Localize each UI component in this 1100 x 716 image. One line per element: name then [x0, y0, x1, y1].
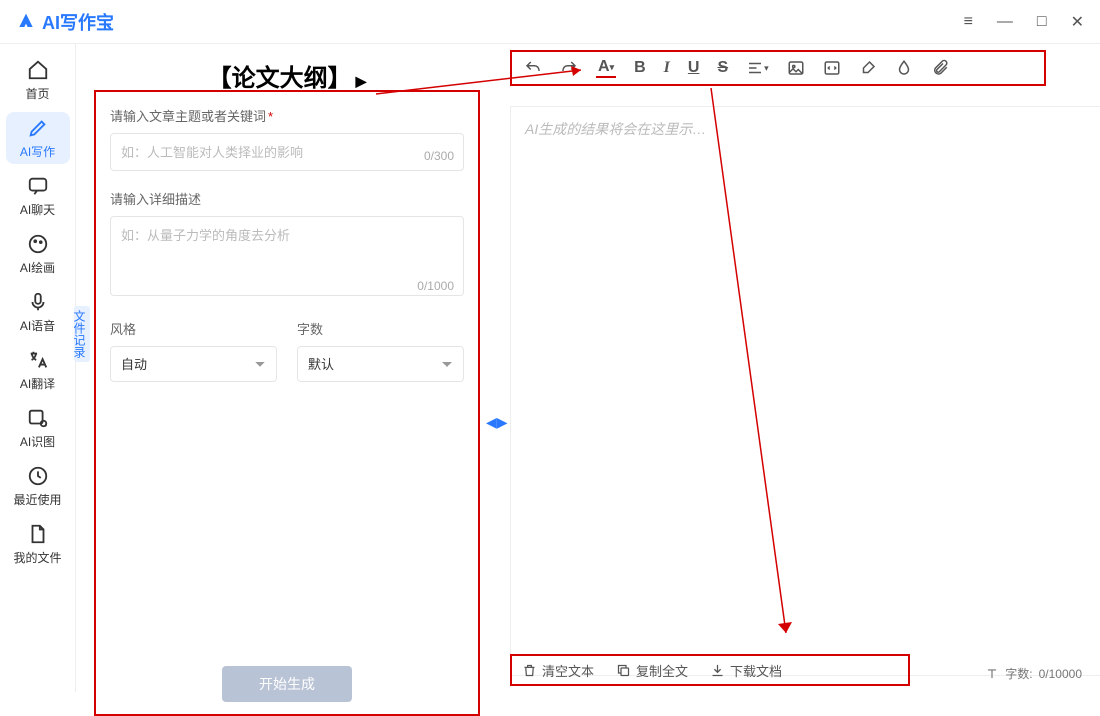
clear-text-button[interactable]: 清空文本 — [522, 661, 594, 680]
redo-icon[interactable] — [560, 59, 578, 77]
sidebar-item-home[interactable]: 首页 — [6, 54, 70, 106]
sidebar-item-write[interactable]: AI写作 — [6, 112, 70, 164]
attach-icon[interactable] — [931, 59, 949, 77]
editor-toolbar: A▾ B I U S ▾ — [510, 50, 1046, 86]
sidebar-item-vision[interactable]: AI识图 — [6, 402, 70, 454]
hamburger-icon[interactable]: ≡ — [964, 13, 973, 31]
file-icon — [27, 523, 49, 545]
editor-area[interactable]: AI生成的结果将会在这里示… — [510, 106, 1100, 676]
bold-icon[interactable]: B — [634, 59, 646, 77]
minimize-button[interactable]: — — [997, 13, 1013, 31]
sidebar-item-translate[interactable]: AI翻译 — [6, 344, 70, 396]
code-icon[interactable] — [823, 59, 841, 77]
sidebar-item-label: AI识图 — [20, 433, 55, 450]
chevron-right-icon: ▶ — [356, 73, 367, 89]
sidebar-item-draw[interactable]: AI绘画 — [6, 228, 70, 280]
desc-counter: 0/1000 — [417, 279, 454, 293]
copy-icon — [616, 663, 631, 678]
topic-counter: 0/300 — [424, 149, 454, 163]
sidebar-item-label: AI语音 — [20, 317, 55, 334]
download-icon — [710, 663, 725, 678]
titlebar: AI写作宝 ≡ — □ ✕ — [0, 0, 1100, 44]
image-search-icon — [27, 407, 49, 429]
page-title[interactable]: 【论文大纲】▶ — [94, 58, 480, 93]
palette-icon — [27, 233, 49, 255]
copy-all-button[interactable]: 复制全文 — [616, 661, 688, 680]
italic-icon[interactable]: I — [664, 59, 670, 77]
side-tab-history[interactable]: 文件记录 — [74, 306, 90, 362]
count-select[interactable]: 默认 — [297, 346, 464, 382]
sidebar-item-recent[interactable]: 最近使用 — [6, 460, 70, 512]
sidebar-item-label: AI写作 — [20, 143, 55, 160]
sidebar: 首页 AI写作 AI聊天 AI绘画 AI语音 AI翻译 AI识图 最近使用 — [0, 44, 76, 692]
download-doc-button[interactable]: 下载文档 — [710, 661, 782, 680]
main: 首页 AI写作 AI聊天 AI绘画 AI语音 AI翻译 AI识图 最近使用 — [0, 44, 1100, 692]
mic-icon — [27, 291, 49, 313]
close-button[interactable]: ✕ — [1071, 12, 1084, 32]
trash-icon — [522, 663, 537, 678]
strike-icon[interactable]: S — [717, 59, 728, 77]
app-logo: AI写作宝 — [16, 9, 114, 35]
underline-icon[interactable]: U — [688, 59, 700, 77]
clock-icon — [27, 465, 49, 487]
style-label: 风格 — [110, 319, 277, 338]
text-icon — [985, 667, 999, 681]
droplet-icon[interactable] — [895, 59, 913, 77]
editor-placeholder: AI生成的结果将会在这里示… — [525, 119, 1100, 139]
editor-footer-actions: 清空文本 复制全文 下载文档 — [510, 654, 910, 686]
logo-icon — [16, 12, 36, 32]
image-icon[interactable] — [787, 59, 805, 77]
sidebar-item-label: AI翻译 — [20, 375, 55, 392]
sidebar-item-files[interactable]: 我的文件 — [6, 518, 70, 570]
word-count: 字数: 0/10000 — [985, 665, 1082, 682]
edit-icon — [27, 117, 49, 139]
form-panel: 请输入文章主题或者关键词* 0/300 请输入详细描述 0/1000 风格 自动… — [94, 90, 480, 716]
sidebar-item-label: 首页 — [25, 85, 49, 102]
topic-input[interactable] — [110, 133, 464, 171]
translate-icon — [27, 349, 49, 371]
sidebar-item-label: 最近使用 — [13, 491, 61, 508]
font-color-icon[interactable]: A▾ — [596, 58, 616, 78]
maximize-button[interactable]: □ — [1037, 13, 1047, 31]
desc-textarea[interactable] — [110, 216, 464, 296]
desc-label: 请输入详细描述 — [110, 189, 464, 208]
generate-button[interactable]: 开始生成 — [222, 666, 352, 702]
chat-icon — [27, 175, 49, 197]
window-controls: ≡ — □ ✕ — [964, 12, 1084, 32]
sidebar-item-label: 我的文件 — [13, 549, 61, 566]
sidebar-item-chat[interactable]: AI聊天 — [6, 170, 70, 222]
content: 【论文大纲】▶ 文件记录 请输入文章主题或者关键词* 0/300 请输入详细描述… — [76, 44, 1100, 692]
sidebar-item-label: AI聊天 — [20, 201, 55, 218]
style-select[interactable]: 自动 — [110, 346, 277, 382]
sidebar-item-label: AI绘画 — [20, 259, 55, 276]
sidebar-item-voice[interactable]: AI语音 — [6, 286, 70, 338]
brush-icon[interactable] — [859, 59, 877, 77]
home-icon — [27, 59, 49, 81]
topic-label: 请输入文章主题或者关键词* — [110, 106, 464, 125]
align-icon[interactable]: ▾ — [746, 59, 769, 77]
resize-handle[interactable]: ◀▶ — [486, 414, 508, 431]
count-label: 字数 — [297, 319, 464, 338]
app-name: AI写作宝 — [42, 9, 114, 35]
undo-icon[interactable] — [524, 59, 542, 77]
